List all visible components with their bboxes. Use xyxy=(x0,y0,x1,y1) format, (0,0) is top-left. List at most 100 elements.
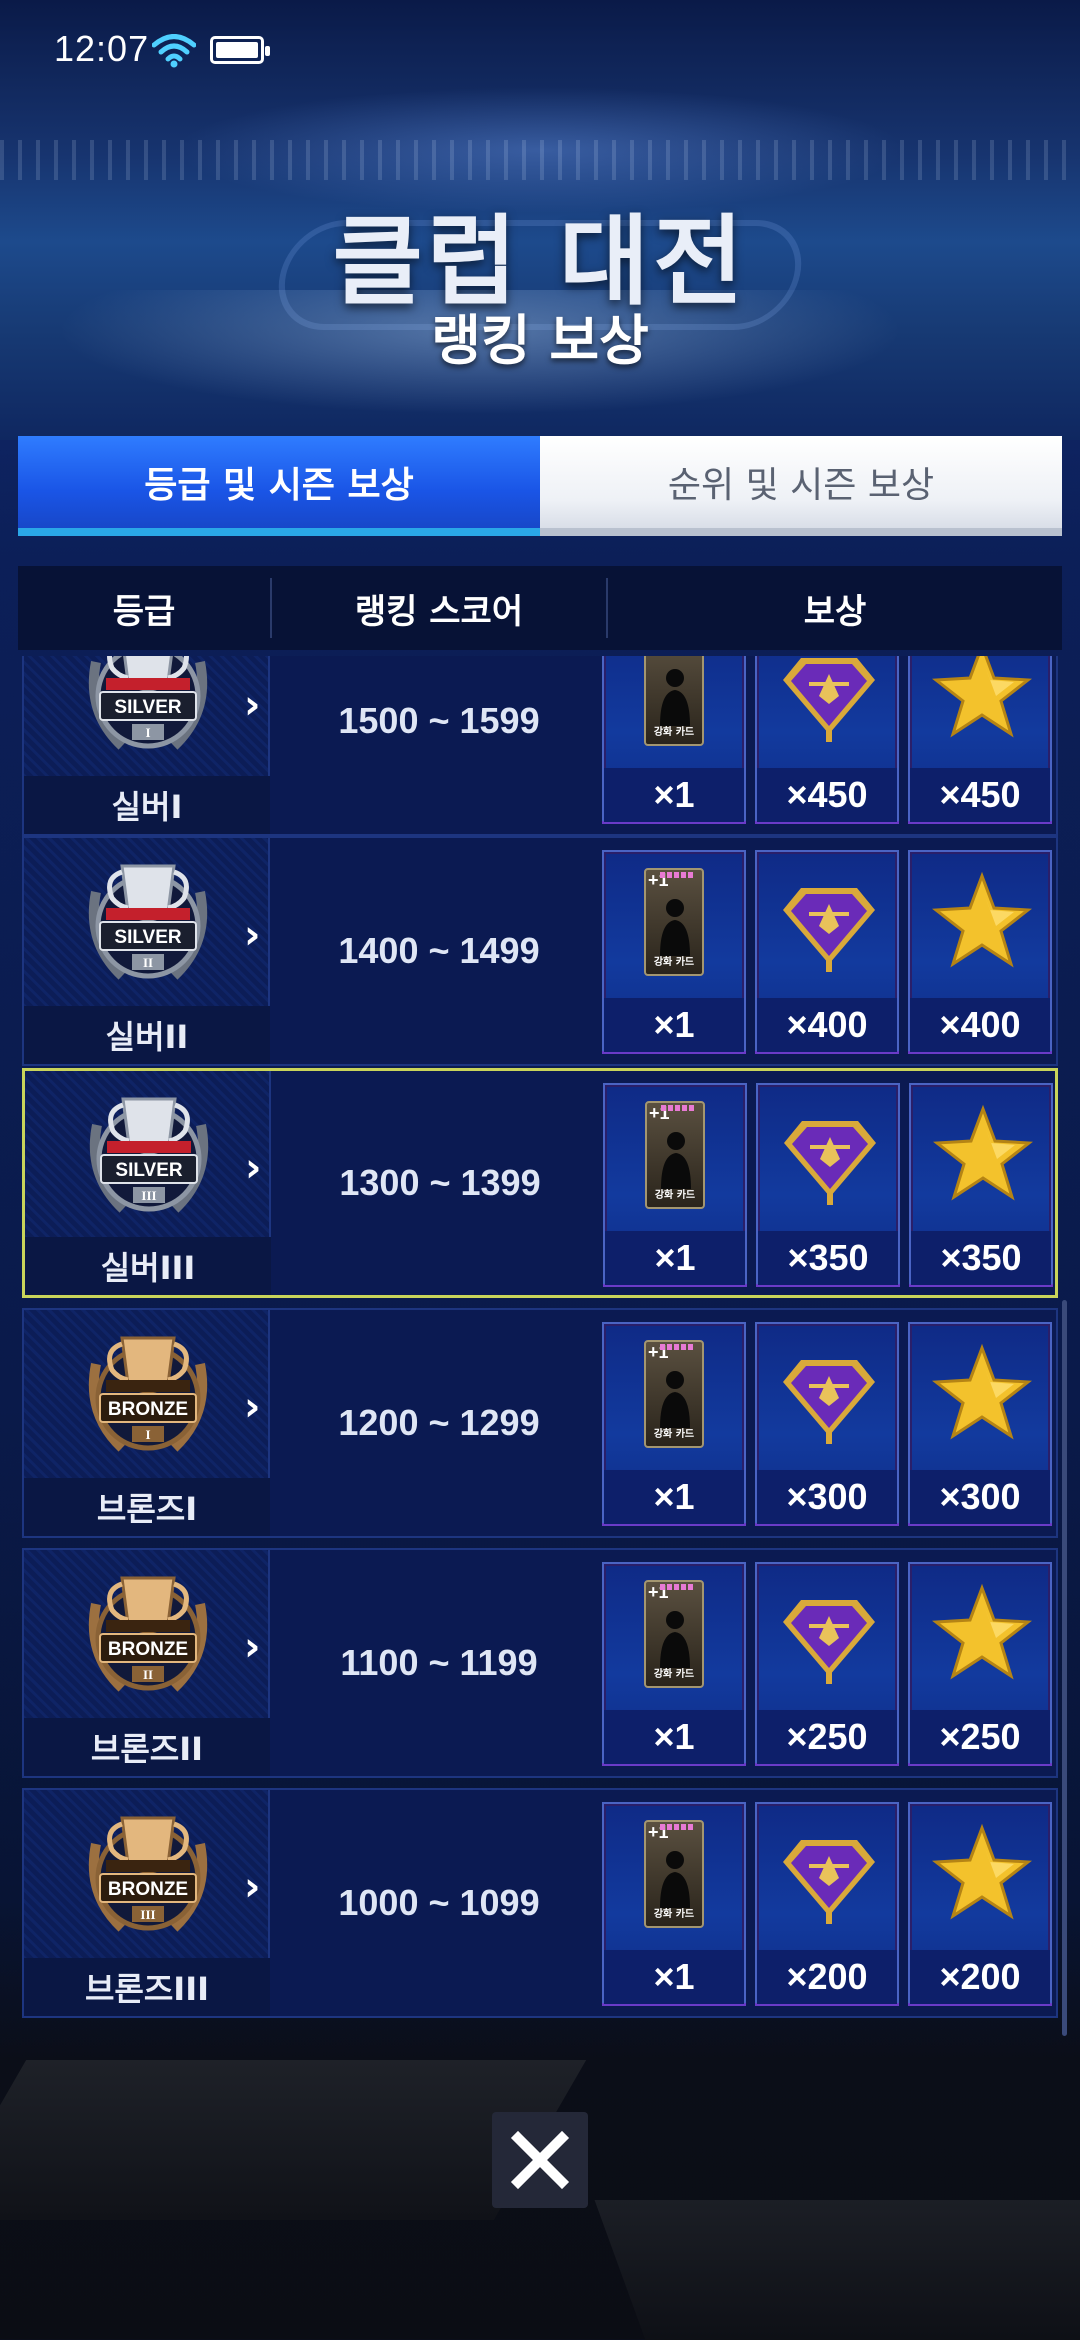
reward-slot-card[interactable]: +1 강화 카드 ×1 xyxy=(602,656,746,824)
chevron-right-icon[interactable]: › xyxy=(244,912,260,958)
tier-row[interactable]: SILVER II › 실버II 1400 ~ 1499 +1 강화 카드 ×1… xyxy=(22,836,1058,1066)
tab-grade-season-reward[interactable]: 등급 및 시즌 보상 xyxy=(18,436,540,536)
reward-slot-card[interactable]: +1 강화 카드 ×1 xyxy=(603,1083,747,1287)
reward-slot-star[interactable]: ×350 xyxy=(909,1083,1053,1287)
card-label: 강화 카드 xyxy=(653,727,695,738)
tier-badge-icon: SILVER I xyxy=(88,656,208,750)
battery-icon xyxy=(210,36,270,64)
svg-text:BRONZE: BRONZE xyxy=(108,1879,188,1900)
svg-text:SILVER: SILVER xyxy=(114,697,181,718)
reward-count: ×300 xyxy=(757,1470,897,1524)
purple-gem-icon xyxy=(783,658,875,742)
chevron-right-icon[interactable]: › xyxy=(245,1145,261,1191)
reward-count: ×350 xyxy=(758,1231,898,1285)
reward-count: ×250 xyxy=(910,1710,1050,1764)
reward-count: ×450 xyxy=(910,768,1050,822)
tier-row[interactable]: BRONZE III › 브론즈III 1000 ~ 1099 +1 강화 카드… xyxy=(22,1788,1058,2018)
reward-slot-card[interactable]: +1 강화 카드 ×1 xyxy=(602,1322,746,1526)
reward-slot-gem[interactable]: ×450 xyxy=(755,656,899,824)
tier-name: 실버II xyxy=(24,1006,270,1064)
reward-count: ×1 xyxy=(605,1231,745,1285)
tier-name: 브론즈III xyxy=(24,1958,270,2016)
svg-text:BRONZE: BRONZE xyxy=(108,1639,188,1660)
tier-cell[interactable]: SILVER II › 실버II xyxy=(24,838,270,1064)
reward-count: ×300 xyxy=(910,1470,1050,1524)
player-silhouette-icon xyxy=(661,1132,691,1189)
close-icon xyxy=(510,2130,570,2190)
chevron-right-icon[interactable]: › xyxy=(244,1624,260,1670)
purple-gem-icon xyxy=(784,1121,876,1205)
reward-slot-gem[interactable]: ×200 xyxy=(755,1802,899,2006)
tier-cell[interactable]: SILVER I › 실버I xyxy=(24,656,270,834)
reward-count: ×1 xyxy=(604,1950,744,2004)
list-scrollbar[interactable] xyxy=(1062,1300,1067,2036)
reward-slot-gem[interactable]: ×400 xyxy=(755,850,899,1054)
svg-text:BRONZE: BRONZE xyxy=(108,1399,188,1420)
gold-star-icon xyxy=(932,656,1032,738)
enhance-card-icon: +1 강화 카드 xyxy=(644,1340,704,1448)
chevron-right-icon[interactable]: › xyxy=(244,1384,260,1430)
svg-text:II: II xyxy=(143,1667,153,1682)
card-label: 강화 카드 xyxy=(653,957,695,968)
reward-count: ×200 xyxy=(757,1950,897,2004)
reward-count: ×200 xyxy=(910,1950,1050,2004)
card-label: 강화 카드 xyxy=(653,1429,695,1440)
chevron-right-icon[interactable]: › xyxy=(244,682,260,728)
svg-text:I: I xyxy=(145,1427,150,1442)
player-silhouette-icon xyxy=(660,1851,690,1908)
card-stars xyxy=(660,1584,694,1590)
reward-slot-star[interactable]: ×200 xyxy=(908,1802,1052,2006)
tier-cell[interactable]: BRONZE II › 브론즈II xyxy=(24,1550,270,1776)
reward-slot-gem[interactable]: ×300 xyxy=(755,1322,899,1526)
reward-slot-gem[interactable]: ×350 xyxy=(756,1083,900,1287)
status-time: 12:07 xyxy=(54,28,150,69)
svg-text:III: III xyxy=(141,1188,156,1203)
card-stars xyxy=(660,1344,694,1350)
stadium-lights xyxy=(0,140,1080,180)
tier-badge-icon: BRONZE III xyxy=(88,1816,208,1932)
card-stars xyxy=(660,872,694,878)
tab-rank-season-reward[interactable]: 순위 및 시즌 보상 xyxy=(540,436,1062,536)
column-header-reward: 보상 xyxy=(803,591,867,632)
svg-text:SILVER: SILVER xyxy=(115,1160,182,1181)
tier-cell[interactable]: SILVER III › 실버III xyxy=(25,1071,271,1295)
reward-slot-star[interactable]: ×250 xyxy=(908,1562,1052,1766)
reward-list[interactable]: SILVER I › 실버I 1500 ~ 1599 +1 강화 카드 ×1 ×… xyxy=(0,656,1080,2036)
reward-slot-card[interactable]: +1 강화 카드 ×1 xyxy=(602,1802,746,2006)
tier-row[interactable]: SILVER I › 실버I 1500 ~ 1599 +1 강화 카드 ×1 ×… xyxy=(22,656,1058,836)
reward-slot-star[interactable]: ×400 xyxy=(908,850,1052,1054)
status-bar: 12:07 xyxy=(0,0,1080,100)
column-header-score: 랭킹 스코어 xyxy=(354,591,524,632)
enhance-card-icon: +1 강화 카드 xyxy=(644,1820,704,1928)
ranking-score-range: 1000 ~ 1099 xyxy=(338,1882,540,1923)
tier-badge-icon: SILVER III xyxy=(89,1097,209,1213)
player-silhouette-icon xyxy=(660,669,690,726)
tier-row[interactable]: SILVER III › 실버III 1300 ~ 1399 +1 강화 카드 … xyxy=(22,1068,1058,1298)
ranking-score-range: 1100 ~ 1199 xyxy=(340,1642,538,1683)
card-label: 강화 카드 xyxy=(653,1669,695,1680)
reward-slot-star[interactable]: ×300 xyxy=(908,1322,1052,1526)
card-stars xyxy=(660,1824,694,1830)
tier-row[interactable]: BRONZE II › 브론즈II 1100 ~ 1199 +1 강화 카드 ×… xyxy=(22,1548,1058,1778)
enhance-card-icon: +1 강화 카드 xyxy=(644,868,704,976)
tier-badge-icon: BRONZE I xyxy=(88,1336,208,1452)
tier-cell[interactable]: BRONZE III › 브론즈III xyxy=(24,1790,270,2016)
tier-name: 브론즈I xyxy=(24,1478,270,1536)
tier-row[interactable]: BRONZE I › 브론즈I 1200 ~ 1299 +1 강화 카드 ×1 … xyxy=(22,1308,1058,1538)
reward-count: ×400 xyxy=(910,998,1050,1052)
chevron-right-icon[interactable]: › xyxy=(244,1864,260,1910)
close-button[interactable] xyxy=(492,2112,588,2208)
card-label: 강화 카드 xyxy=(654,1190,696,1201)
reward-slot-star[interactable]: ×450 xyxy=(908,656,1052,824)
page-subtitle: 랭킹 보상 xyxy=(431,309,649,372)
reward-count: ×1 xyxy=(604,1710,744,1764)
gold-star-icon xyxy=(932,871,1032,968)
reward-slot-card[interactable]: +1 강화 카드 ×1 xyxy=(602,1562,746,1766)
reward-slot-card[interactable]: +1 강화 카드 ×1 xyxy=(602,850,746,1054)
reward-slot-gem[interactable]: ×250 xyxy=(755,1562,899,1766)
ranking-score-range: 1300 ~ 1399 xyxy=(339,1162,541,1203)
tier-badge-icon: BRONZE II xyxy=(88,1576,208,1692)
tier-cell[interactable]: BRONZE I › 브론즈I xyxy=(24,1310,270,1536)
reward-count: ×1 xyxy=(604,1470,744,1524)
tier-name: 실버III xyxy=(25,1237,271,1295)
